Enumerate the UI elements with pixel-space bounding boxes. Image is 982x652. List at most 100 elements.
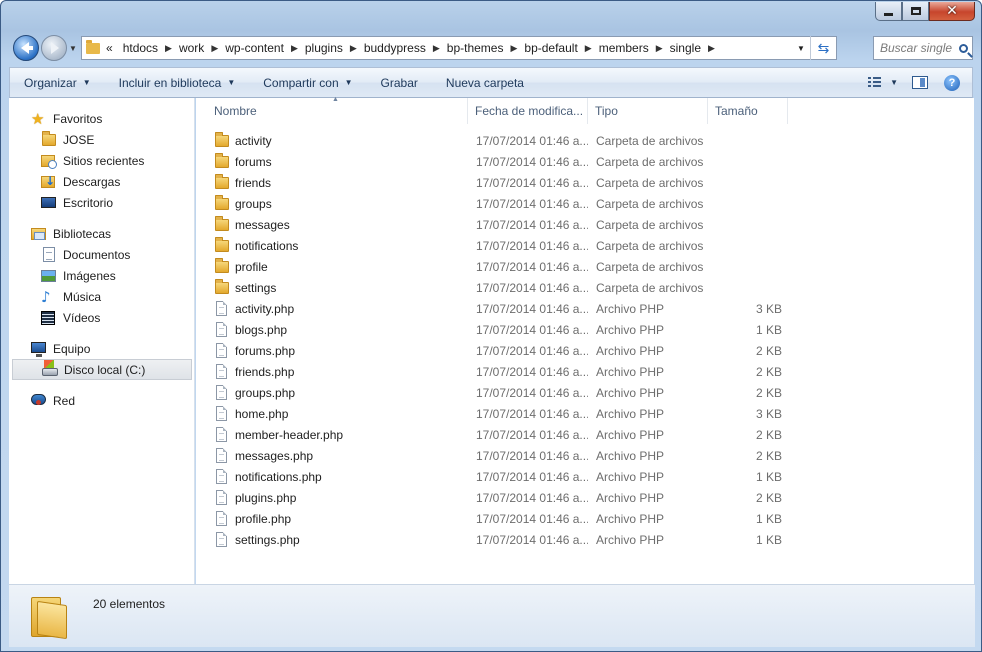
breadcrumb-item[interactable]: bp-default [520,41,581,55]
breadcrumb-item[interactable]: wp-content [221,41,288,55]
column-name[interactable]: Nombre ▲ [196,96,468,124]
breadcrumb-item[interactable]: plugins [301,41,347,55]
include-library-button[interactable]: Incluir en biblioteca ▼ [105,68,250,97]
file-type: Archivo PHP [596,490,665,505]
forward-button[interactable] [41,35,67,61]
breadcrumb-separator-icon[interactable]: ▶ [162,43,175,54]
breadcrumb-item[interactable]: work [175,41,208,55]
organize-button[interactable]: Organizar ▼ [10,68,105,97]
share-with-button[interactable]: Compartir con ▼ [249,68,366,97]
address-history-dropdown[interactable]: ▼ [792,44,810,53]
desktop-icon [41,195,57,211]
file-row[interactable]: profile.php 17/07/2014 01:46 a... Archivo … [196,508,796,529]
nav-item-jose[interactable]: JOSE [9,129,194,150]
file-row[interactable]: activity 17/07/2014 01:46 a... Carpeta de … [196,130,796,151]
nav-favorites[interactable]: ★ Favoritos [9,108,194,129]
close-button[interactable]: ✕ [929,2,975,21]
maximize-button[interactable] [902,2,929,21]
breadcrumb-item[interactable]: htdocs [119,41,162,55]
breadcrumb-separator-icon[interactable]: ▶ [705,43,718,54]
breadcrumb-item[interactable]: members [595,41,653,55]
navigation-bar: ▼ « htdocs ▶ work ▶ wp-content ▶ plugins ▶ buddy… [11,33,973,63]
recent-pages-dropdown[interactable]: ▼ [69,44,77,53]
nav-item-desktop[interactable]: Escritorio [9,192,194,213]
file-name: messages [235,217,290,232]
libraries-icon [31,226,47,242]
search-input[interactable]: Buscar single [880,41,954,55]
change-view-icon[interactable] [868,76,882,89]
navigation-pane: ★ Favoritos JOSE Sitios recientes Descar… [9,98,195,584]
column-type[interactable]: Tipo [588,98,708,124]
view-options-chevron-icon[interactable]: ▼ [890,78,898,87]
file-row[interactable]: notifications.php 17/07/2014 01:46 a... Ar… [196,466,796,487]
file-row[interactable]: forums 17/07/2014 01:46 a... Carpeta de ar… [196,151,796,172]
file-row[interactable]: friends 17/07/2014 01:46 a... Carpeta de a… [196,172,796,193]
file-name: blogs.php [235,322,288,337]
nav-item-images[interactable]: Imágenes [9,265,194,286]
file-row[interactable]: notifications 17/07/2014 01:46 a... Carpet… [196,235,796,256]
nav-item-recent-places[interactable]: Sitios recientes [9,150,194,171]
new-folder-button[interactable]: Nueva carpeta [432,68,538,97]
file-date: 17/07/2014 01:46 a... [476,322,588,337]
file-row[interactable]: messages.php 17/07/2014 01:46 a... Archivo… [196,445,796,466]
breadcrumb-item[interactable]: buddypress [360,41,430,55]
burn-button[interactable]: Grabar [367,68,432,97]
file-row[interactable]: groups 17/07/2014 01:46 a... Carpeta de ar… [196,193,796,214]
folder-icon [214,257,230,275]
file-date: 17/07/2014 01:46 a... [476,427,588,442]
php-file-icon [214,384,230,401]
breadcrumb-item[interactable]: single [666,41,705,55]
file-row[interactable]: settings 17/07/2014 01:46 a... Carpeta de … [196,277,796,298]
file-date: 17/07/2014 01:46 a... [476,364,588,379]
file-size: 2 KB [755,343,782,358]
column-size[interactable]: Tamaño [708,98,788,124]
file-type: Archivo PHP [596,511,665,526]
nav-item-local-disk[interactable]: Disco local (C:) [12,359,192,380]
breadcrumb-separator-icon[interactable]: ▶ [582,43,595,54]
refresh-button[interactable]: ⇆ [810,36,836,60]
address-bar[interactable]: « htdocs ▶ work ▶ wp-content ▶ plugins ▶ buddypr… [81,36,837,60]
breadcrumb-separator-icon[interactable]: ▶ [347,43,360,54]
nav-libraries[interactable]: Bibliotecas [9,223,194,244]
nav-item-videos[interactable]: Vídeos [9,307,194,328]
preview-pane-icon[interactable] [912,76,928,89]
file-size: 2 KB [755,490,782,505]
nav-item-music[interactable]: ♪ Música [9,286,194,307]
breadcrumb-item[interactable]: bp-themes [443,41,508,55]
search-icon[interactable] [954,43,972,53]
file-row[interactable]: profile 17/07/2014 01:46 a... Carpeta de a… [196,256,796,277]
breadcrumb-overflow[interactable]: « [106,41,113,55]
file-size: 2 KB [755,385,782,400]
file-row[interactable]: settings.php 17/07/2014 01:46 a... Archivo… [196,529,796,550]
file-row[interactable]: plugins.php 17/07/2014 01:46 a... Archivo … [196,487,796,508]
breadcrumb-separator-icon[interactable]: ▶ [653,43,666,54]
search-box[interactable]: Buscar single [873,36,973,60]
file-row[interactable]: forums.php 17/07/2014 01:46 a... Archivo P… [196,340,796,361]
file-row[interactable]: friends.php 17/07/2014 01:46 a... Archivo … [196,361,796,382]
file-row[interactable]: member-header.php 17/07/2014 01:46 a... Ar… [196,424,796,445]
nav-item-documents[interactable]: Documentos [9,244,194,265]
column-date-modified[interactable]: Fecha de modifica... [468,98,588,124]
file-size: 1 KB [755,532,782,547]
nav-item-downloads[interactable]: Descargas [9,171,194,192]
breadcrumb-separator-icon[interactable]: ▶ [288,43,301,54]
back-button[interactable] [13,35,39,61]
nav-network[interactable]: Red [9,390,194,411]
file-row[interactable]: activity.php 17/07/2014 01:46 a... Archivo… [196,298,796,319]
minimize-button[interactable] [875,2,902,21]
help-icon[interactable]: ? [944,74,960,91]
file-type: Carpeta de archivos [596,196,704,211]
file-size: 2 KB [755,448,782,463]
breadcrumb-separator-icon[interactable]: ▶ [208,43,221,54]
nav-computer[interactable]: Equipo [9,338,194,359]
file-row[interactable]: blogs.php 17/07/2014 01:46 a... Archivo PH… [196,319,796,340]
network-icon [31,393,47,409]
breadcrumb-separator-icon[interactable]: ▶ [430,43,443,54]
php-file-icon [214,468,230,485]
videos-icon [41,310,57,326]
file-row[interactable]: groups.php 17/07/2014 01:46 a... Archivo P… [196,382,796,403]
file-row[interactable]: messages 17/07/2014 01:46 a... Carpeta de … [196,214,796,235]
php-file-icon [214,405,230,422]
file-row[interactable]: home.php 17/07/2014 01:46 a... Archivo PHP… [196,403,796,424]
breadcrumb-separator-icon[interactable]: ▶ [507,43,520,54]
